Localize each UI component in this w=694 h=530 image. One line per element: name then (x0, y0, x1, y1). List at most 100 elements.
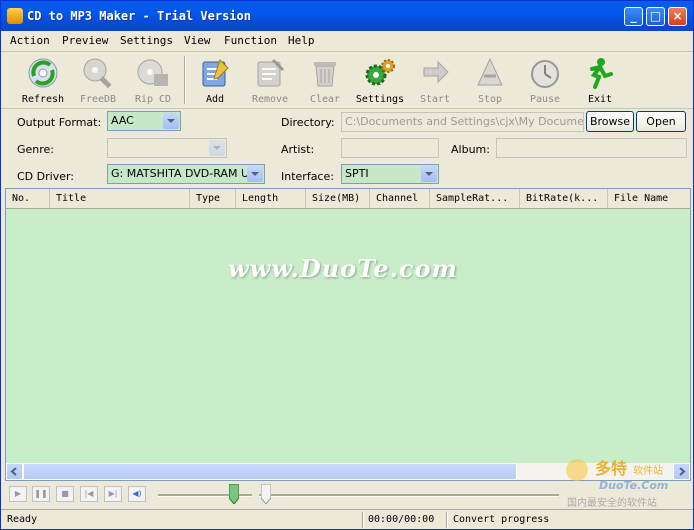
menu-preview[interactable]: Preview (62, 34, 108, 47)
minimize-button[interactable]: _ (624, 7, 643, 26)
volume-button[interactable]: ◀) (128, 486, 146, 502)
refresh-button[interactable]: Refresh (15, 54, 71, 106)
stop-small-icon: ■ (61, 489, 69, 498)
album-field[interactable] (496, 138, 687, 158)
minimize-icon: _ (630, 9, 637, 23)
browse-button[interactable]: Browse (586, 111, 634, 132)
start-icon (423, 60, 449, 84)
add-button[interactable]: Add (187, 54, 243, 106)
directory-label: Directory: (281, 116, 335, 129)
exit-label: Exit (587, 94, 613, 105)
volume-slider-thumb[interactable] (228, 484, 239, 504)
maximize-button[interactable]: □ (646, 7, 665, 26)
player-stop-button[interactable]: ■ (56, 486, 74, 502)
stop-icon (477, 57, 503, 86)
genre-select[interactable] (107, 138, 227, 158)
freedb-button[interactable]: FreeDB (70, 54, 126, 106)
column-bitrate[interactable]: BitRate(k... (520, 189, 608, 208)
add-label: Add (205, 94, 225, 105)
clear-icon (314, 62, 336, 87)
next-button[interactable]: ▶| (104, 486, 122, 502)
stop-label: Stop (477, 94, 503, 105)
status-time: 00:00/00:00 (368, 514, 435, 525)
svg-text:多特: 多特 (595, 459, 627, 478)
refresh-label: Refresh (21, 94, 65, 105)
output-format-select[interactable]: AAC (107, 111, 181, 131)
output-format-label: Output Format: (17, 116, 102, 129)
status-bar: Ready 00:00/00:00 Convert progress (1, 509, 693, 530)
player-pause-button[interactable]: ❚❚ (32, 486, 50, 502)
speaker-icon: ◀) (132, 489, 142, 498)
menu-action[interactable]: Action (10, 34, 50, 47)
rip-cd-label: Rip CD (134, 94, 172, 105)
pause-label: Pause (529, 94, 561, 105)
interface-label: Interface: (281, 170, 334, 183)
watermark: www.DuoTe.com (228, 254, 458, 283)
scroll-thumb[interactable] (23, 463, 517, 480)
stop-button[interactable]: Stop (462, 54, 518, 106)
close-button[interactable]: × (668, 7, 687, 26)
position-slider-thumb[interactable] (261, 484, 271, 504)
toolbar: Refresh FreeDB Rip CD Add Remove Clear S… (1, 52, 693, 109)
track-list-header: No. Title Type Length Size(MB) Channel S… (6, 189, 690, 209)
column-length[interactable]: Length (236, 189, 306, 208)
open-button[interactable]: Open (636, 111, 686, 132)
svg-text:国内最安全的软件站: 国内最安全的软件站 (567, 496, 657, 509)
play-button[interactable]: ▶ (9, 486, 27, 502)
position-track[interactable] (259, 494, 559, 497)
app-icon (7, 8, 23, 24)
cd-driver-select[interactable]: G: MATSHITA DVD-RAM UJ8 (107, 164, 265, 184)
cd-driver-label: CD Driver: (17, 170, 75, 183)
status-text: Ready (7, 514, 38, 525)
chevron-down-icon (247, 166, 263, 182)
column-title[interactable]: Title (50, 189, 190, 208)
column-file-name[interactable]: File Name (608, 189, 690, 208)
duote-logo: 多特 软件站 DuoTe.Com 国内最安全的软件站 (566, 459, 668, 509)
artist-field[interactable] (341, 138, 439, 158)
artist-label: Artist: (281, 143, 315, 156)
settings-label: Settings (355, 94, 405, 105)
pause-icon (531, 60, 559, 88)
maximize-icon: □ (649, 9, 662, 23)
previous-button[interactable]: |◀ (80, 486, 98, 502)
column-channel[interactable]: Channel (370, 189, 430, 208)
menu-view[interactable]: View (184, 34, 211, 47)
cd-driver-value: G: MATSHITA DVD-RAM UJ8 (111, 167, 260, 180)
status-divider (446, 512, 448, 528)
menu-function[interactable]: Function (224, 34, 277, 47)
title-bar[interactable]: CD to MP3 Maker - Trial Version _ □ × (1, 1, 693, 31)
menu-help[interactable]: Help (288, 34, 315, 47)
close-icon: × (672, 9, 683, 23)
remove-label: Remove (251, 94, 289, 105)
toolbar-separator (184, 56, 186, 104)
add-icon (202, 59, 229, 87)
column-no[interactable]: No. (6, 189, 50, 208)
pause-button[interactable]: Pause (517, 54, 573, 106)
chevron-down-icon (209, 140, 225, 156)
next-icon: ▶| (108, 489, 118, 498)
svg-text:软件站: 软件站 (633, 464, 663, 477)
chevron-down-icon (163, 113, 179, 129)
status-divider (362, 512, 364, 528)
rip-cd-button[interactable]: Rip CD (125, 54, 181, 106)
exit-button[interactable]: Exit (572, 54, 628, 106)
column-samplerate[interactable]: SampleRat... (430, 189, 520, 208)
menu-settings[interactable]: Settings (120, 34, 173, 47)
scroll-left-button[interactable] (6, 463, 23, 480)
track-list[interactable]: No. Title Type Length Size(MB) Channel S… (5, 188, 691, 481)
settings-button[interactable]: Settings (352, 54, 408, 106)
main-window: CD to MP3 Maker - Trial Version _ □ × Ac… (0, 0, 694, 530)
settings-icon (365, 59, 395, 86)
album-label: Album: (451, 143, 490, 156)
interface-select[interactable]: SPTI (341, 164, 439, 184)
column-type[interactable]: Type (190, 189, 236, 208)
play-icon: ▶ (14, 489, 22, 498)
start-button[interactable]: Start (407, 54, 463, 106)
window-title: CD to MP3 Maker - Trial Version (27, 9, 251, 23)
clear-label: Clear (309, 94, 341, 105)
directory-field[interactable]: C:\Documents and Settings\cjx\My Documen… (341, 112, 584, 132)
remove-button[interactable]: Remove (242, 54, 298, 106)
output-format-value: AAC (111, 114, 134, 127)
column-size[interactable]: Size(MB) (306, 189, 370, 208)
clear-button[interactable]: Clear (297, 54, 353, 106)
